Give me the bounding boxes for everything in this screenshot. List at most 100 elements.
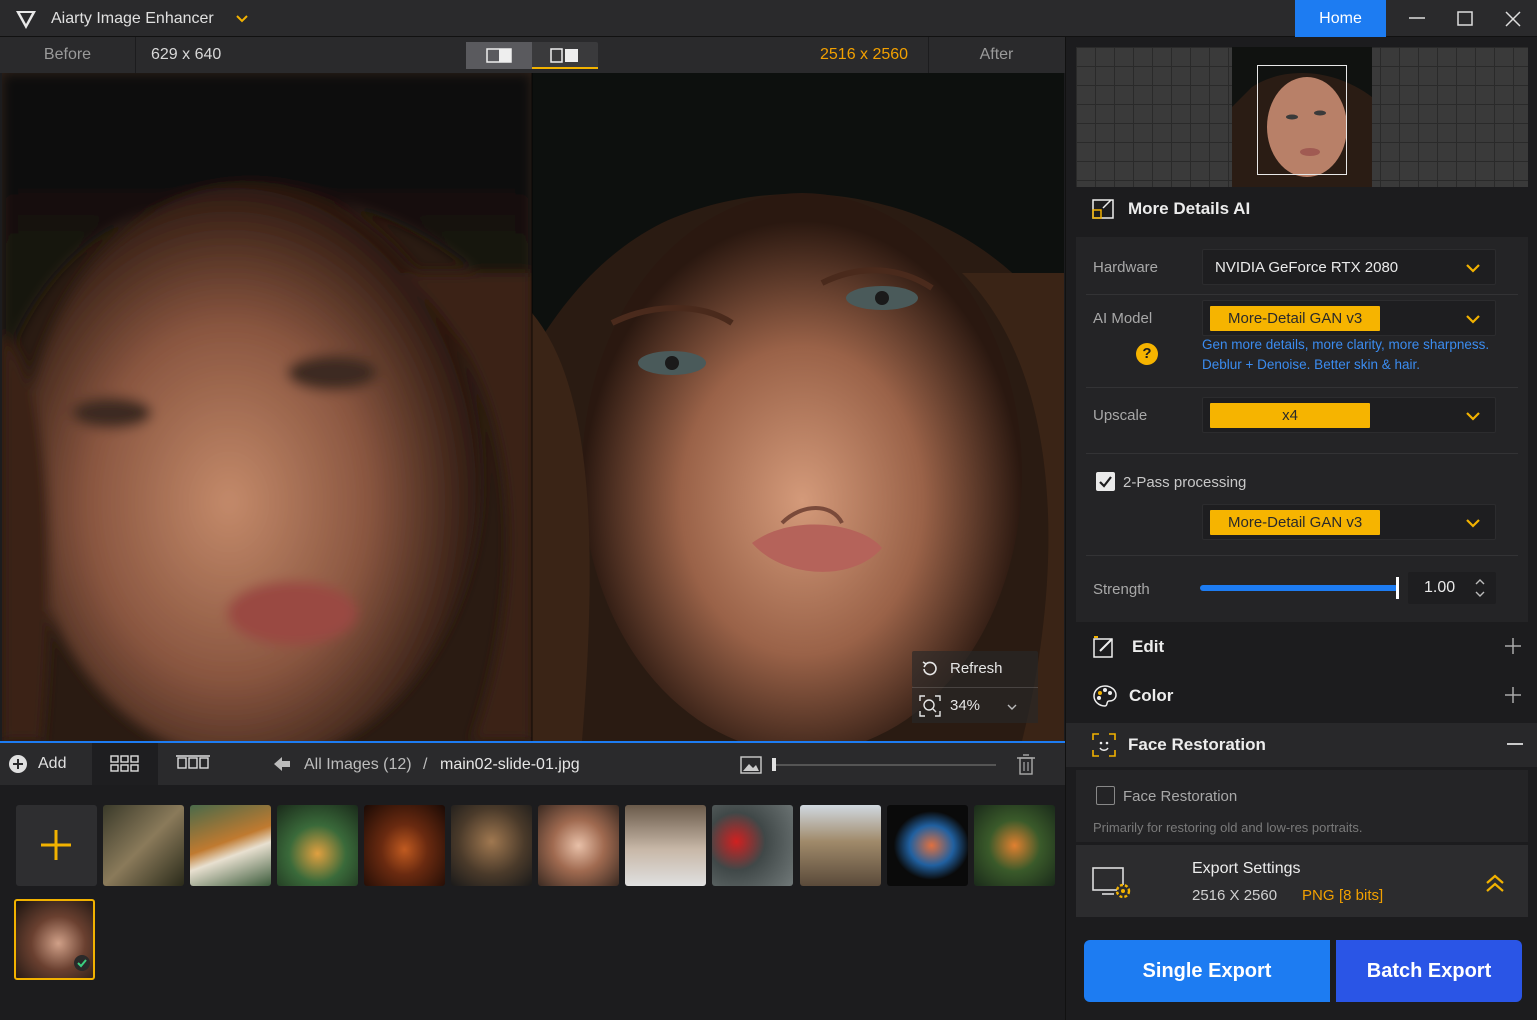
thumbnail-jar[interactable]: [277, 805, 358, 886]
app-title: Aiarty Image Enhancer: [51, 10, 214, 27]
close-button[interactable]: [1488, 0, 1536, 37]
grid-view-button[interactable]: [92, 743, 158, 785]
thumbnail-burger[interactable]: [364, 805, 445, 886]
hardware-label: Hardware: [1093, 259, 1159, 276]
refresh-label: Refresh: [950, 660, 1003, 677]
thumbnail-child[interactable]: [974, 805, 1055, 886]
chevron-down-icon: [1466, 519, 1480, 528]
single-view-button[interactable]: [466, 42, 532, 69]
export-format: PNG: [1302, 887, 1335, 904]
preview-viewport-frame[interactable]: [1257, 65, 1347, 175]
checkmark-icon: [1099, 476, 1112, 488]
before-image: [2, 73, 532, 741]
preview-navigator[interactable]: [1076, 47, 1528, 187]
image-viewer[interactable]: Refresh 34%: [2, 73, 1064, 741]
section-color[interactable]: Color: [1076, 674, 1536, 718]
after-image: [532, 73, 1064, 741]
title-bar: Aiarty Image Enhancer Home: [0, 0, 1537, 37]
zoom-icon: [919, 695, 941, 717]
breadcrumb-separator: /: [423, 756, 428, 773]
chevron-down-icon[interactable]: [234, 11, 250, 27]
collapse-minus-icon[interactable]: [1506, 735, 1524, 753]
section-face-restoration[interactable]: Face Restoration: [1066, 723, 1537, 767]
settings-panel: More Details AI Hardware NVIDIA GeForce …: [1065, 37, 1537, 1020]
strip-view-button[interactable]: [160, 743, 226, 785]
breadcrumb-all-images[interactable]: All Images (12): [304, 756, 412, 774]
thumbnail-tiger[interactable]: [190, 805, 271, 886]
divider: [1086, 453, 1518, 454]
add-image-tile[interactable]: [16, 805, 97, 886]
check-icon: [74, 955, 90, 971]
single-export-button[interactable]: Single Export: [1084, 940, 1330, 1002]
two-pass-label: 2-Pass processing: [1123, 474, 1247, 491]
divider: [1086, 555, 1518, 556]
chevron-double-up-icon[interactable]: [1484, 873, 1506, 895]
thumbnail-dog[interactable]: [451, 805, 532, 886]
expand-plus-icon[interactable]: [1504, 637, 1522, 655]
section-more-details-ai: More Details AI: [1076, 187, 1536, 231]
grid-icon: [110, 755, 139, 772]
expand-plus-icon[interactable]: [1504, 686, 1522, 704]
help-icon[interactable]: ?: [1136, 343, 1158, 365]
refresh-button[interactable]: Refresh: [912, 651, 1038, 687]
home-button[interactable]: Home: [1295, 0, 1386, 37]
batch-export-button[interactable]: Batch Export: [1336, 940, 1522, 1002]
face-restoration-title: Face Restoration: [1128, 735, 1266, 754]
face-restoration-checkbox[interactable]: [1096, 786, 1115, 805]
plus-icon: [41, 830, 71, 860]
color-title: Color: [1129, 686, 1174, 705]
thumbnail-village[interactable]: [800, 805, 881, 886]
thumbnail-size-slider[interactable]: [772, 764, 996, 766]
two-pass-model-value: More-Detail GAN v3: [1210, 510, 1381, 535]
section-edit[interactable]: Edit: [1076, 625, 1536, 669]
back-arrow-icon[interactable]: [272, 755, 292, 773]
ai-model-description-line1: Gen more details, more clarity, more sha…: [1202, 337, 1490, 352]
maximize-button[interactable]: [1440, 0, 1488, 37]
two-pass-checkbox[interactable]: [1096, 472, 1115, 491]
hardware-value: NVIDIA GeForce RTX 2080: [1215, 259, 1399, 276]
upscale-value: x4: [1210, 403, 1370, 428]
strength-label: Strength: [1093, 581, 1150, 598]
export-settings[interactable]: Export Settings 2516 X 2560 PNG [8 bits]: [1076, 845, 1528, 917]
chevron-down-icon: [1466, 264, 1480, 273]
thumbnail-flower[interactable]: [712, 805, 793, 886]
split-view-icon: [550, 48, 578, 63]
thumbnail-current-selected[interactable]: [14, 899, 95, 980]
trash-icon[interactable]: [1016, 754, 1036, 776]
before-label: Before: [0, 37, 136, 73]
palette-icon: [1093, 685, 1117, 707]
ai-model-value: More-Detail GAN v3: [1210, 306, 1381, 331]
two-pass-model-dropdown[interactable]: More-Detail GAN v3: [1202, 504, 1496, 540]
zoom-value: 34%: [950, 697, 981, 714]
add-button[interactable]: Add: [6, 743, 92, 785]
before-size: 629 x 640: [151, 46, 222, 63]
upscale-dropdown[interactable]: x4: [1202, 397, 1496, 433]
ai-model-dropdown[interactable]: More-Detail GAN v3: [1202, 300, 1496, 336]
stepper-icon[interactable]: [1474, 576, 1486, 600]
thumbnail-robin[interactable]: [625, 805, 706, 886]
compare-divider[interactable]: [531, 73, 533, 741]
enhance-icon: [1092, 199, 1114, 219]
thumbnail-size-knob[interactable]: [772, 758, 776, 771]
thumbnail-grid: [0, 785, 1065, 1020]
ai-model-label: AI Model: [1093, 310, 1153, 327]
thumbnail-butterfly[interactable]: [103, 805, 184, 886]
image-icon: [740, 756, 762, 774]
breadcrumb-current-file: main02-slide-01.jpg: [440, 756, 580, 773]
strength-input[interactable]: 1.00: [1408, 572, 1496, 604]
face-restoration-settings: Face Restoration Primarily for restoring…: [1076, 770, 1528, 842]
hardware-dropdown[interactable]: NVIDIA GeForce RTX 2080: [1202, 249, 1496, 285]
strength-slider[interactable]: [1200, 585, 1398, 591]
strength-slider-handle[interactable]: [1396, 577, 1399, 599]
thumbnail-portrait[interactable]: [538, 805, 619, 886]
view-mode-toggle: [466, 42, 598, 69]
zoom-control[interactable]: 34%: [912, 687, 1038, 723]
single-view-icon: [486, 48, 512, 63]
minimize-button[interactable]: [1392, 0, 1440, 37]
split-view-button[interactable]: [532, 42, 598, 69]
add-label: Add: [38, 755, 67, 772]
thumbnail-wing[interactable]: [887, 805, 968, 886]
chevron-down-icon: [1007, 704, 1017, 710]
face-scan-icon: [1092, 733, 1116, 757]
ai-settings: Hardware NVIDIA GeForce RTX 2080 AI Mode…: [1076, 237, 1528, 622]
